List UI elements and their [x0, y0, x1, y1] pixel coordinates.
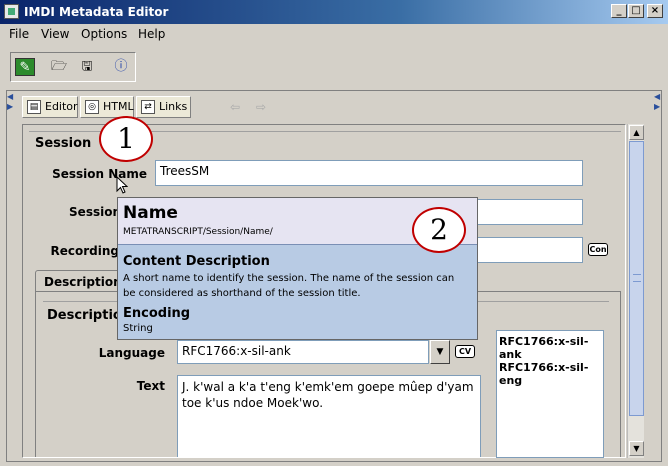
window-title: IMDI Metadata Editor: [24, 5, 169, 19]
session-heading: Session: [35, 136, 92, 151]
tab-descriptions[interactable]: Descriptions: [35, 270, 129, 292]
content-description-heading: Content Description: [123, 254, 270, 269]
cv-button[interactable]: CV: [455, 345, 475, 358]
con-button[interactable]: Con: [588, 243, 608, 256]
session-name-label: Session Name: [52, 167, 147, 181]
tab-editor[interactable]: ▤ Editor: [22, 96, 78, 118]
tooltip-path: METATRANSCRIPT/Session/Name/: [123, 227, 273, 237]
language-label: Language: [98, 346, 165, 360]
vertical-scrollbar[interactable]: ▲ ▼: [627, 124, 644, 458]
grip-icon: [633, 274, 641, 282]
open-folder-icon[interactable]: 🗁: [49, 58, 69, 76]
close-button[interactable]: ×: [647, 4, 663, 18]
html-icon: ◎: [85, 100, 99, 114]
minimize-button[interactable]: _: [611, 4, 627, 18]
scroll-thumb[interactable]: [629, 141, 644, 416]
info-icon[interactable]: ⓘ: [111, 58, 131, 76]
description-heading: Descriptio: [47, 308, 122, 323]
menu-view[interactable]: View: [41, 27, 69, 41]
mouse-pointer-icon: [116, 176, 128, 194]
callout-2: 2: [412, 207, 466, 253]
maximize-button[interactable]: □: [628, 4, 644, 18]
language-dropdown-icon[interactable]: ▼: [430, 340, 450, 364]
encoding-heading: Encoding: [123, 306, 191, 321]
toolbar: ✎ 🗁 🖫 ⓘ: [10, 52, 136, 82]
tooltip-title: Name: [123, 203, 178, 223]
text-label: Text: [136, 379, 165, 393]
session-title-label: Session: [69, 205, 121, 219]
scroll-down-icon[interactable]: ▼: [629, 441, 644, 456]
content-description-text: A short name to identify the session. Th…: [123, 273, 455, 299]
save-icon[interactable]: 🖫: [77, 58, 97, 76]
language-input[interactable]: RFC1766:x-sil-ank: [177, 340, 429, 364]
tab-links[interactable]: ⇄ Links: [136, 96, 191, 118]
back-arrow-icon[interactable]: ⇦: [226, 100, 244, 114]
collapse-left-icon[interactable]: ◀: [7, 92, 15, 102]
scroll-up-icon[interactable]: ▲: [629, 125, 644, 140]
document-icon: ▤: [27, 100, 41, 114]
title-bar: IMDI Metadata Editor _ □ ×: [0, 0, 668, 24]
menu-file[interactable]: File: [9, 27, 29, 41]
session-name-input[interactable]: TreesSM: [155, 160, 583, 186]
list-item[interactable]: RFC1766:x-sil-ank: [499, 335, 601, 361]
encoding-value: String: [123, 323, 153, 334]
links-icon: ⇄: [141, 100, 155, 114]
menu-bar: File View Options Help: [0, 24, 668, 44]
list-item[interactable]: RFC1766:x-sil-eng: [499, 361, 601, 387]
new-session-icon[interactable]: ✎: [15, 58, 35, 76]
recording-date-label: Recording: [50, 244, 120, 258]
app-icon: [4, 4, 19, 19]
collapse-right-icon[interactable]: ◀: [654, 92, 662, 102]
tooltip-body: Content Description A short name to iden…: [118, 244, 477, 339]
menu-help[interactable]: Help: [138, 27, 165, 41]
expand-right-icon[interactable]: ▶: [654, 102, 662, 112]
tab-html[interactable]: ◎ HTML: [80, 96, 134, 118]
description-text-area[interactable]: J. k'wal a k'a t'eng k'emk'em goepe mûep…: [177, 375, 481, 457]
forward-arrow-icon[interactable]: ⇨: [252, 100, 270, 114]
language-code-list[interactable]: RFC1766:x-sil-ank RFC1766:x-sil-eng: [496, 330, 604, 458]
expand-left-icon[interactable]: ▶: [7, 102, 15, 112]
callout-1: 1: [99, 116, 153, 162]
menu-options[interactable]: Options: [81, 27, 127, 41]
